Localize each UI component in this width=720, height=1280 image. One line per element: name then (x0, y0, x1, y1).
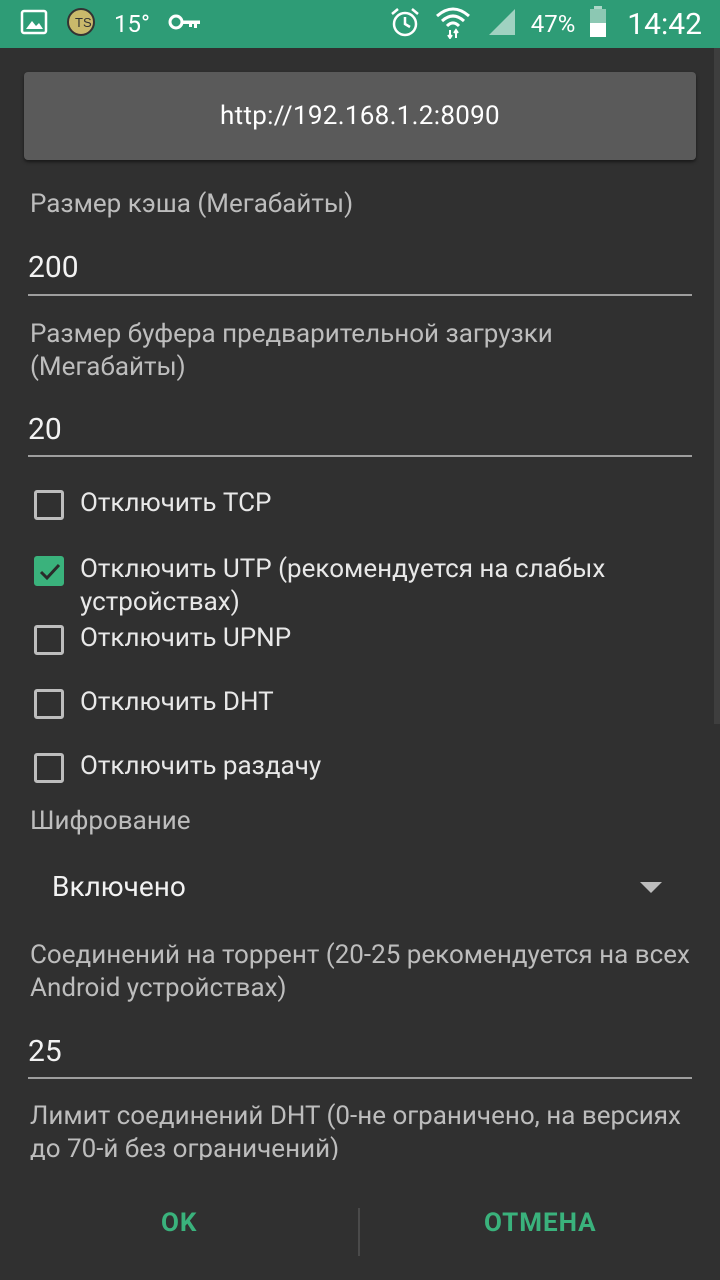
status-bar-right: 47% 14:42 (389, 0, 702, 48)
checkbox-box[interactable] (34, 753, 64, 783)
checkbox-disable-seeding[interactable]: Отключить раздачу (34, 751, 670, 783)
preload-buffer-input[interactable]: 20 (28, 412, 62, 447)
encryption-label: Шифрование (30, 806, 191, 836)
dropdown-arrow-icon (640, 882, 662, 893)
connections-input[interactable]: 25 (28, 1034, 62, 1069)
checkbox-label: Отключить DHT (80, 687, 274, 717)
cache-size-underline (28, 294, 692, 296)
dialog-button-bar: OK ОТМЕНА (0, 1160, 720, 1280)
server-url-button[interactable]: http://192.168.1.2:8090 (24, 72, 696, 160)
encryption-selected-value: Включено (52, 870, 186, 903)
checkbox-label: Отключить UTP (рекомендуется на слабых у… (80, 554, 606, 617)
checkmark-icon (39, 563, 61, 581)
signal-icon (485, 7, 517, 41)
checkbox-label: Отключить раздачу (80, 751, 322, 781)
checkbox-disable-tcp[interactable]: Отключить TCP (34, 488, 670, 520)
checkbox-disable-upnp[interactable]: Отключить UPNP (34, 623, 670, 655)
wifi-icon (435, 5, 471, 43)
connections-underline (28, 1077, 692, 1079)
cache-size-label: Размер кэша (Мегабайты) (30, 189, 354, 219)
status-bar-left: TS 15° (20, 0, 202, 48)
checkbox-box[interactable] (34, 490, 64, 520)
svg-text:TS: TS (75, 15, 92, 30)
checkbox-label: Отключить TCP (80, 488, 272, 518)
key-icon (168, 12, 202, 36)
connections-label: Соединений на торрент (20-25 рекомендует… (30, 940, 690, 1003)
clock: 14:42 (627, 6, 702, 42)
battery-icon (589, 6, 607, 42)
temperature: 15° (114, 10, 150, 38)
encryption-dropdown[interactable]: Включено (0, 848, 720, 928)
ok-button[interactable]: OK (161, 1208, 197, 1238)
settings-content[interactable]: http://192.168.1.2:8090 Размер кэша (Мег… (0, 48, 720, 1160)
checkbox-box[interactable] (34, 689, 64, 719)
status-bar: TS 15° 47% 14:42 (0, 0, 720, 48)
button-divider (358, 1208, 360, 1256)
checkbox-box-checked[interactable] (34, 556, 64, 586)
battery-percent: 47% (530, 10, 576, 38)
checkbox-disable-utp[interactable]: Отключить UTP (рекомендуется на слабых у… (34, 554, 670, 619)
checkbox-box[interactable] (34, 625, 64, 655)
checkbox-disable-dht[interactable]: Отключить DHT (34, 687, 670, 719)
alarm-icon (389, 6, 421, 42)
cancel-button[interactable]: ОТМЕНА (484, 1208, 597, 1238)
checkbox-label: Отключить UPNP (80, 623, 292, 653)
gallery-icon (20, 8, 48, 40)
torrent-app-icon: TS (66, 7, 96, 41)
preload-buffer-underline (28, 455, 692, 457)
scrollbar[interactable] (714, 48, 720, 724)
dht-limit-label: Лимит соединений DHT (0-не ограничено, н… (30, 1101, 681, 1160)
preload-buffer-label: Размер буфера предварительной загрузки (… (30, 319, 553, 382)
cache-size-input[interactable]: 200 (28, 250, 79, 285)
